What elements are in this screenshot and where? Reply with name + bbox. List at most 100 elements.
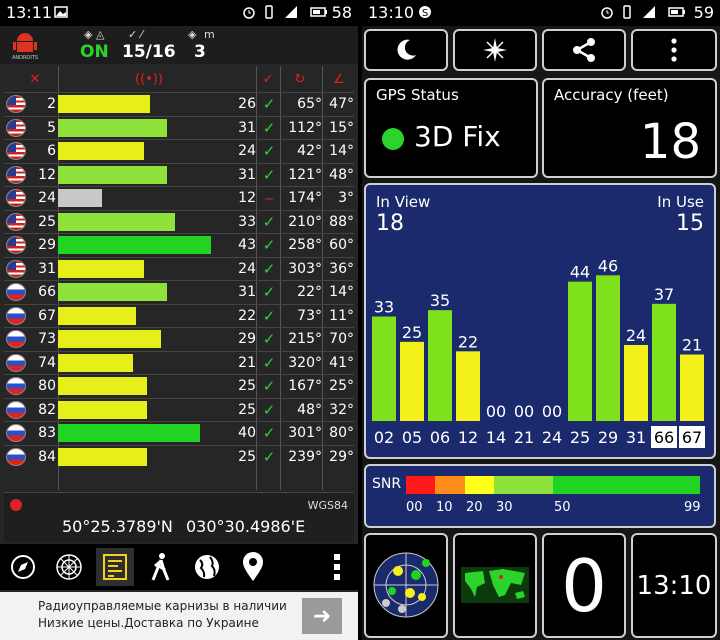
satellite-row[interactable]: 31 24 ✓ 303° 36° (4, 256, 354, 281)
bar-value-label: 25 (402, 323, 422, 342)
bottom-toolbar (0, 544, 358, 590)
night-mode-button[interactable] (364, 29, 448, 71)
compass-rose-icon (483, 38, 507, 62)
category-label: 06 (430, 428, 450, 447)
satellite-row[interactable]: 84 25 ✓ 239° 29° (4, 444, 354, 469)
latitude: 50°25.3789'N (62, 517, 173, 536)
bar-value-label: 33 (374, 298, 394, 317)
ad-line-1: Радиоуправляемые карнизы в наличии (38, 599, 287, 613)
russia-flag-icon (6, 306, 26, 325)
fix-status-dot (382, 128, 404, 150)
elevation-value: 41° (329, 354, 354, 371)
used-check-icon: ✓ (262, 165, 276, 184)
satellite-row[interactable]: 73 29 ✓ 215° 70° (4, 327, 354, 351)
satellite-row[interactable]: 29 43 ✓ 258° 60° (4, 233, 354, 257)
snr-tick-label: 99 (684, 500, 701, 515)
satellite-row[interactable]: 80 25 ✓ 167° 25° (4, 374, 354, 398)
used-check-icon: ✓ (262, 259, 276, 278)
used-check-icon[interactable]: ✓ (258, 66, 278, 92)
satellite-row[interactable]: 82 25 ✓ 48° 32° (4, 397, 354, 422)
battery-percent: 58 (331, 3, 352, 22)
satellite-row[interactable]: 6 24 ✓ 42° 14° (4, 139, 354, 163)
gps-status-tile: GPS Status 3D Fix (364, 78, 538, 178)
satellite-row[interactable]: 12 31 ✓ 121° 48° (4, 162, 354, 187)
ad-arrow-button[interactable]: ➜ (302, 598, 342, 634)
fix-target-icon: ◈ ◬ (84, 28, 105, 41)
satellite-prn: 24 (38, 190, 56, 206)
signal-bar (58, 95, 150, 113)
globe-button[interactable] (188, 548, 226, 586)
snr-bar (680, 354, 704, 421)
clock-value: 13:10 (636, 570, 712, 601)
satellite-row[interactable]: 74 21 ✓ 320° 41° (4, 350, 354, 375)
snr-value: 31 (238, 119, 256, 136)
snr-value: 21 (238, 354, 256, 371)
digit-tile[interactable]: 0 (542, 533, 626, 638)
satellite-row[interactable]: 25 33 ✓ 210° 88° (4, 209, 354, 234)
satellites-used-in-view: 15/16 (122, 42, 176, 62)
snr-value: 31 (238, 166, 256, 183)
satellite-row[interactable]: 2 26 ✓ 65° 47° (4, 92, 354, 116)
signal-bar (58, 142, 144, 160)
azimuth-value: 258° (288, 237, 322, 253)
compass-rose-button[interactable] (453, 29, 537, 71)
us-flag-icon (6, 259, 26, 278)
elevation-icon[interactable]: ∠ (326, 66, 352, 92)
azimuth-value: 215° (288, 331, 322, 347)
signal-bar (58, 189, 102, 207)
signal-strength-icon[interactable]: ((•)) (134, 66, 164, 92)
azimuth-value: 210° (288, 213, 322, 230)
category-label: 02 (374, 428, 394, 447)
elevation-value: 32° (329, 401, 354, 418)
azimuth-value: 73° (297, 307, 322, 324)
azimuth-icon[interactable]: ↻ (284, 66, 316, 92)
share-button[interactable] (542, 29, 626, 71)
satellite-row[interactable]: 66 31 ✓ 22° 14° (4, 280, 354, 304)
satellite-row[interactable]: 83 40 ✓ 301° 80° (4, 421, 354, 445)
compass-button[interactable] (4, 548, 42, 586)
gps-summary-header: ANDROITS ◈ ◬ ON ✓ ⁄ 15/16 ◈ m 3 (0, 26, 358, 64)
fix-state: ON (80, 42, 109, 62)
signal-bar (58, 306, 136, 325)
us-flag-icon (6, 142, 26, 160)
used-check-icon: ✓ (262, 353, 276, 372)
satellite-table-app: 13:11 58 ANDROITS ◈ ◬ ON ✓ ⁄ 15/16 ◈ m 3… (0, 0, 358, 640)
overflow-menu-button[interactable] (318, 548, 356, 586)
ad-banner[interactable]: Радиоуправляемые карнизы в наличии Низки… (0, 592, 358, 640)
radar-tile[interactable] (364, 533, 448, 638)
satellite-prn: 6 (47, 143, 56, 159)
azimuth-value: 239° (288, 448, 322, 465)
used-check-icon: ✓ (262, 377, 276, 395)
satellite-prn: 73 (38, 331, 56, 347)
clock-tile[interactable]: 13:10 (631, 533, 717, 638)
coordinates-panel: WGS84 50°25.3789'N 030°30.4986'E (4, 492, 354, 542)
overflow-menu-button[interactable] (631, 29, 717, 71)
azimuth-value: 167° (288, 378, 322, 394)
map-pin-button[interactable] (234, 548, 272, 586)
satellite-row[interactable]: 24 12 ‒ 174° 3° (4, 186, 354, 210)
satellite-prn: 82 (38, 401, 56, 418)
signal-table-button[interactable] (96, 548, 134, 586)
satellite-row[interactable]: 5 31 ✓ 112° 15° (4, 115, 354, 140)
world-map-tile[interactable] (453, 533, 537, 638)
radar-button[interactable] (50, 548, 88, 586)
us-flag-icon (6, 236, 26, 254)
snr-bar (596, 275, 620, 421)
satellite-icon[interactable]: ✕ (20, 66, 50, 92)
elevation-value: 47° (329, 96, 354, 112)
battery-icon (668, 7, 685, 17)
walk-button[interactable] (142, 548, 180, 586)
signal-bar (58, 259, 144, 278)
snr-value: 40 (238, 425, 256, 441)
bar-value-label: 35 (430, 291, 450, 310)
signal-icon (285, 6, 297, 18)
snr-label: SNR (372, 476, 402, 492)
signal-bar (58, 424, 200, 442)
satellite-prn: 2 (47, 96, 56, 112)
snr-bar (428, 310, 452, 421)
satellite-row[interactable]: 67 22 ✓ 73° 11° (4, 303, 354, 328)
map-pin-icon (243, 552, 263, 581)
satellite-prn: 12 (38, 166, 56, 183)
signal-bar (58, 212, 175, 231)
elevation-value: 36° (329, 260, 354, 277)
